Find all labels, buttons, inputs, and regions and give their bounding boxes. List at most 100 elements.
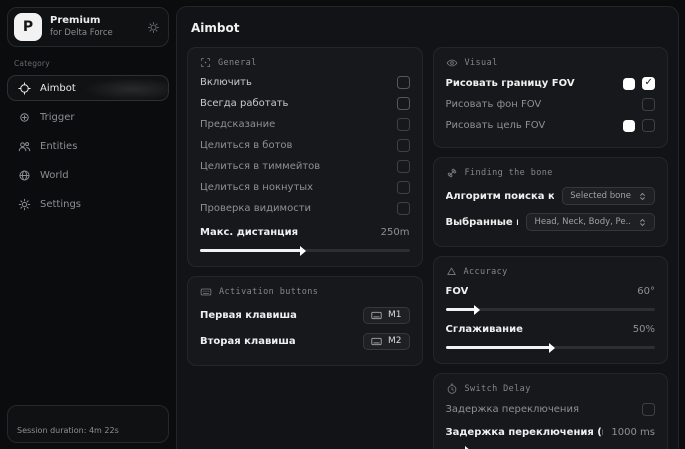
second-key-button[interactable]: M2 — [363, 333, 410, 350]
sidebar-item-world[interactable]: World — [7, 162, 169, 188]
bone-card: Finding the bone Алгоритм поиска кост Se… — [433, 157, 669, 247]
sidebar-item-aimbot[interactable]: Aimbot — [7, 75, 169, 101]
slider-row: Макс. дистанция 250m — [200, 222, 410, 243]
fov-target-color-swatch[interactable] — [623, 120, 635, 132]
bone-card-header: Finding the bone — [446, 167, 656, 179]
left-column: General Включить Всегда работать Предска… — [187, 47, 423, 449]
entities-icon — [18, 140, 31, 153]
category-label: Category — [14, 59, 169, 68]
activation-card: Activation buttons Первая клавиша M1 — [187, 276, 423, 366]
always-work-checkbox[interactable] — [397, 97, 410, 110]
toggle-label: Всегда работать — [200, 98, 288, 109]
target-knocked-checkbox[interactable] — [397, 181, 410, 194]
visual-label: Рисовать цель FOV — [446, 120, 546, 131]
sidebar-item-label: Settings — [40, 199, 81, 210]
session-card: Session duration: 4m 22s — [7, 405, 169, 443]
card-title: Accuracy — [464, 267, 508, 277]
target-bots-checkbox[interactable] — [397, 139, 410, 152]
right-column: Visual Рисовать границу FOV Рисовать фон… — [433, 47, 669, 449]
bone-algorithm-select[interactable]: Selected bone — [562, 187, 655, 205]
toggle-label: Целиться в нокнутых — [200, 182, 313, 193]
draw-fov-border-checkbox[interactable] — [642, 77, 655, 90]
visual-label: Рисовать фон FOV — [446, 99, 542, 110]
sidebar: P Premium for Delta Force Category — [0, 0, 176, 449]
toggle-row: Проверка видимости — [200, 198, 410, 219]
selected-value: Head, Neck, Body, Pe.. — [534, 217, 631, 227]
fov-border-color-swatch[interactable] — [623, 78, 635, 90]
crosshair-icon — [18, 82, 31, 95]
toggle-row: Включить — [200, 72, 410, 93]
slider-fill — [446, 346, 551, 349]
toggle-row: Всегда работать — [200, 93, 410, 114]
slider-fill — [200, 249, 301, 252]
chevron-updown-icon — [638, 218, 647, 227]
toggle-row: Предсказание — [200, 114, 410, 135]
toggle-label: Целиться в тиммейтов — [200, 161, 320, 172]
target-teammates-checkbox[interactable] — [397, 160, 410, 173]
selected-bones-select[interactable]: Head, Neck, Body, Pe.. — [526, 213, 655, 231]
sidebar-item-entities[interactable]: Entities — [7, 133, 169, 159]
activation-card-header: Activation buttons — [200, 286, 410, 298]
slider-row: FOV 60° — [446, 281, 656, 302]
draw-fov-bg-checkbox[interactable] — [642, 98, 655, 111]
toggle-row: Целиться в тиммейтов — [200, 156, 410, 177]
switch-delay-ms-label: Задержка переключения (мс) — [446, 427, 604, 438]
first-key-button[interactable]: M1 — [363, 307, 410, 324]
keybind-row: Вторая клавиша M2 — [200, 328, 410, 354]
session-duration: Session duration: 4m 22s — [17, 426, 119, 435]
bone-icon — [446, 167, 458, 179]
visibility-check-checkbox[interactable] — [397, 202, 410, 215]
visual-row: Рисовать границу FOV — [446, 73, 656, 94]
smoothing-value: 50% — [633, 324, 655, 335]
gear-icon — [18, 198, 31, 211]
trigger-icon — [18, 111, 31, 124]
brand-text: Premium for Delta Force — [50, 15, 139, 38]
visual-controls — [623, 77, 655, 90]
keybind-label: Вторая клавиша — [200, 336, 296, 347]
sidebar-item-trigger[interactable]: Trigger — [7, 104, 169, 130]
max-distance-slider[interactable] — [200, 246, 410, 255]
scan-icon — [200, 57, 211, 68]
keybind-row: Первая клавиша M1 — [200, 302, 410, 328]
switch-delay-ms-value: 1000 ms — [611, 427, 655, 438]
triangle-icon — [446, 266, 457, 277]
keyboard-icon — [371, 311, 382, 320]
page-title: Aimbot — [191, 21, 668, 35]
enable-checkbox[interactable] — [397, 76, 410, 89]
toggle-label: Предсказание — [200, 119, 275, 130]
brand-title: Premium — [50, 15, 139, 28]
key-value: M2 — [388, 336, 402, 346]
visual-card: Visual Рисовать границу FOV Рисовать фон… — [433, 47, 669, 148]
visual-row: Рисовать цель FOV — [446, 115, 656, 136]
chevron-updown-icon — [638, 192, 647, 201]
clock-icon — [446, 383, 458, 395]
sidebar-item-label: Trigger — [40, 112, 75, 123]
selected-bones-label: Выбранные кос — [446, 217, 519, 228]
keyboard-icon — [371, 337, 382, 346]
brand-card: P Premium for Delta Force — [7, 7, 169, 47]
content-columns: General Включить Всегда работать Предска… — [187, 47, 668, 449]
eye-icon — [446, 57, 458, 69]
sidebar-nav: Aimbot Trigger Entities — [7, 75, 169, 217]
fov-slider[interactable] — [446, 305, 656, 314]
bone-algorithm-label: Алгоритм поиска кост — [446, 191, 555, 202]
slider-row: Задержка переключения (мс) 1000 ms — [446, 422, 656, 443]
bone-row: Выбранные кос Head, Neck, Body, Pe.. — [446, 209, 656, 235]
smoothing-label: Сглаживание — [446, 324, 523, 335]
draw-fov-target-checkbox[interactable] — [642, 119, 655, 132]
card-title: Finding the bone — [465, 168, 553, 178]
gear-icon[interactable] — [147, 21, 160, 34]
fov-value: 60° — [637, 286, 655, 297]
key-value: M1 — [388, 310, 402, 320]
slider-value: 250m — [381, 227, 410, 238]
switch-delay-checkbox[interactable] — [642, 403, 655, 416]
prediction-checkbox[interactable] — [397, 118, 410, 131]
general-card-header: General — [200, 57, 410, 68]
smoothing-slider[interactable] — [446, 343, 656, 352]
card-title: Visual — [465, 58, 498, 68]
toggle-label: Проверка видимости — [200, 203, 311, 214]
sidebar-item-settings[interactable]: Settings — [7, 191, 169, 217]
main-panel: Aimbot General — [176, 6, 679, 449]
slider-row: Сглаживание 50% — [446, 319, 656, 340]
toggle-row: Целиться в нокнутых — [200, 177, 410, 198]
